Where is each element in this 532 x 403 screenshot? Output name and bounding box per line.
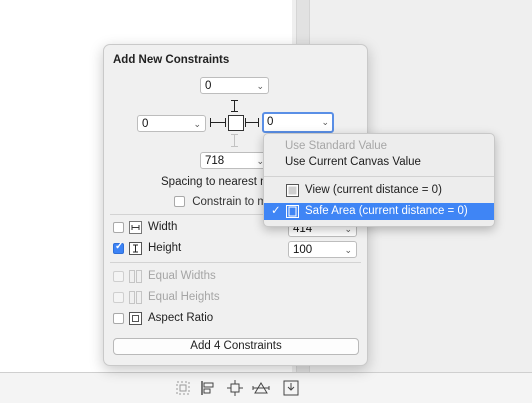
constrain-to-margins-checkbox[interactable] — [174, 196, 185, 208]
resolve-issues-icon[interactable] — [252, 379, 270, 397]
width-checkbox[interactable] — [113, 222, 124, 233]
top-strut-cap-bottom — [231, 111, 238, 112]
top-strut-cap — [231, 100, 238, 101]
menu-item-label: Use Current Canvas Value — [285, 156, 421, 168]
right-strut-cap-outer — [258, 118, 259, 127]
equal-widths-label: Equal Widths — [148, 270, 216, 282]
height-icon — [129, 242, 142, 255]
right-constraint-field[interactable]: 0 ⌄ — [262, 112, 334, 133]
width-icon — [129, 221, 142, 234]
menu-item-view[interactable]: View (current distance = 0) — [264, 182, 494, 199]
safe-area-icon — [286, 205, 299, 218]
menu-item-use-standard-value: Use Standard Value — [264, 138, 494, 155]
canvas-bottom-toolbar — [0, 372, 532, 403]
equal-widths-icon — [129, 270, 142, 283]
divider — [110, 262, 361, 263]
add-constraints-icon[interactable] — [226, 379, 244, 397]
left-strut-cap — [210, 118, 211, 127]
equal-heights-label: Equal Heights — [148, 291, 220, 303]
height-value-field[interactable]: 100 ⌄ — [288, 241, 357, 258]
chevron-down-icon: ⌄ — [344, 245, 352, 255]
menu-item-label: Safe Area (current distance = 0) — [305, 205, 468, 217]
equal-heights-icon — [129, 291, 142, 304]
bottom-constraint-field[interactable]: 718 ⌄ — [200, 152, 269, 169]
equal-widths-checkbox — [113, 271, 124, 282]
menu-item-use-current-canvas-value[interactable]: Use Current Canvas Value — [264, 154, 494, 171]
aspect-ratio-label: Aspect Ratio — [148, 312, 214, 324]
checkmark-icon: ✓ — [271, 205, 281, 217]
popover-title: Add New Constraints — [113, 54, 230, 66]
add-constraints-button[interactable]: Add 4 Constraints — [113, 338, 359, 355]
spacing-to-nearest-label: Spacing to nearest n — [161, 176, 267, 188]
constrain-to-margins-row[interactable]: Constrain to m — [174, 196, 267, 208]
menu-item-label: View (current distance = 0) — [305, 184, 442, 196]
height-checkbox[interactable] — [113, 241, 124, 254]
constraint-value-menu: Use Standard Value Use Current Canvas Va… — [263, 133, 495, 227]
left-constraint-value: 0 — [142, 118, 149, 130]
update-frames-icon[interactable] — [174, 379, 192, 397]
height-value: 100 — [293, 244, 313, 256]
constrain-to-margins-label: Constrain to m — [192, 196, 267, 208]
bottom-strut-cap-bottom — [231, 146, 238, 147]
left-constraint-field[interactable]: 0 ⌄ — [137, 115, 206, 132]
top-constraint-field[interactable]: 0 ⌄ — [200, 77, 269, 94]
menu-separator — [264, 176, 494, 177]
height-label: Height — [148, 242, 182, 254]
left-strut-cap-inner — [225, 118, 226, 127]
menu-item-label: Use Standard Value — [285, 140, 388, 152]
right-strut — [245, 122, 259, 123]
equal-heights-checkbox — [113, 292, 124, 303]
aspect-ratio-checkbox[interactable] — [113, 313, 124, 324]
bottom-constraint-value: 718 — [205, 155, 225, 167]
align-icon[interactable] — [199, 379, 217, 397]
view-placeholder-box — [228, 115, 244, 131]
top-constraint-value: 0 — [205, 80, 212, 92]
view-icon — [286, 184, 299, 197]
right-strut-cap — [245, 118, 246, 127]
aspect-ratio-icon — [129, 312, 142, 325]
width-label: Width — [148, 221, 178, 233]
bottom-strut-cap — [231, 134, 238, 135]
embed-in-icon[interactable] — [282, 379, 300, 397]
chevron-down-icon: ⌄ — [193, 119, 201, 129]
left-strut — [210, 122, 226, 123]
menu-item-safe-area[interactable]: ✓ Safe Area (current distance = 0) — [264, 203, 494, 220]
chevron-down-icon: ⌄ — [256, 81, 264, 91]
chevron-down-icon: ⌄ — [321, 117, 329, 127]
right-constraint-value: 0 — [267, 116, 274, 128]
